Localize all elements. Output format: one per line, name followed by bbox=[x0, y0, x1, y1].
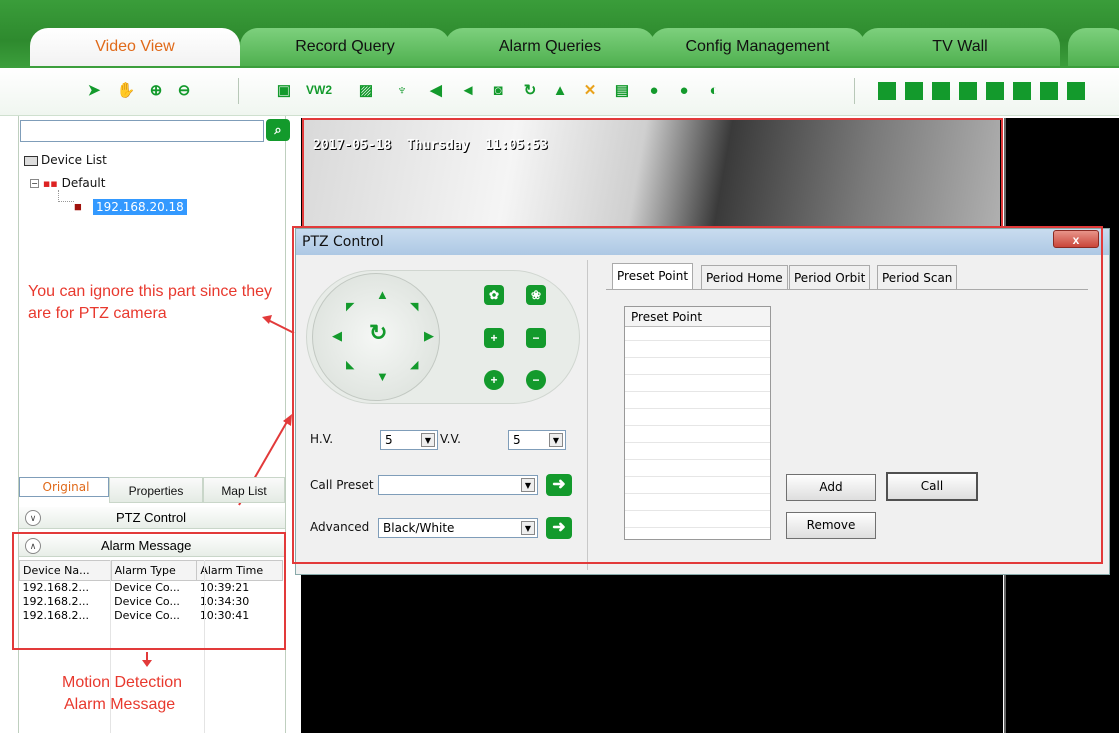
expand-icon[interactable]: ∨ bbox=[25, 510, 41, 526]
tab-properties[interactable]: Properties bbox=[109, 477, 203, 503]
tab-map-list[interactable]: Map List bbox=[203, 477, 285, 503]
ptz-dialog-highlight-box bbox=[292, 226, 1103, 564]
arrowhead bbox=[142, 660, 152, 667]
motion-note-line1: Motion Detection bbox=[62, 674, 183, 691]
ptz-control-section-label: PTZ Control bbox=[116, 510, 187, 525]
motion-note-line2: Alarm Message bbox=[64, 696, 176, 713]
arrowhead bbox=[262, 315, 272, 324]
video-selection-border bbox=[302, 118, 1003, 232]
tab-original[interactable]: Original bbox=[19, 477, 109, 497]
ptz-control-section[interactable]: ∨ PTZ Control bbox=[19, 507, 285, 529]
alarm-highlight-box bbox=[12, 532, 286, 650]
arrow-ptz-note bbox=[267, 319, 295, 334]
arrowhead bbox=[283, 414, 292, 426]
